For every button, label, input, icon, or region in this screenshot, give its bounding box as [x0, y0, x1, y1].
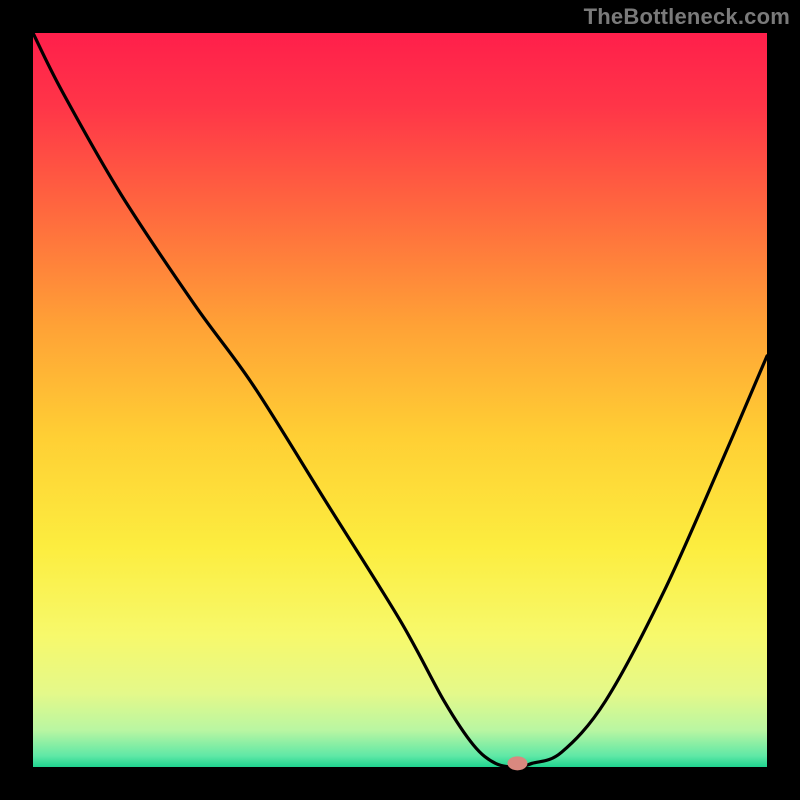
- plot-background: [33, 33, 767, 767]
- optimal-marker: [507, 756, 527, 770]
- chart-frame: TheBottleneck.com: [0, 0, 800, 800]
- bottleneck-chart: [0, 0, 800, 800]
